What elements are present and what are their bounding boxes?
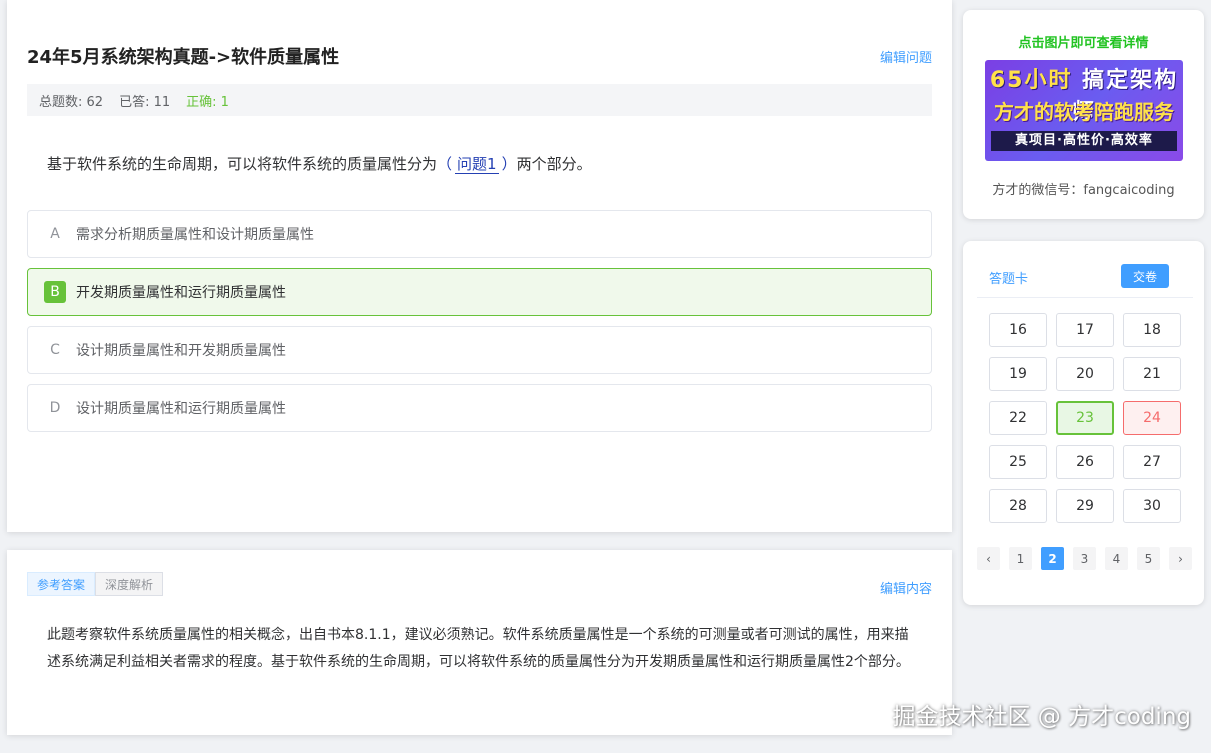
page-button-4[interactable]: 4 (1105, 547, 1128, 570)
tab-reference-answer[interactable]: 参考答案 (27, 572, 96, 596)
option-b[interactable]: B 开发期质量属性和运行期质量属性 (27, 268, 932, 316)
answer-card: 答题卡 交卷 16 17 18 19 20 21 22 23 24 25 26 27 28 29 30 ‹ 1… (963, 241, 1204, 605)
question-number-17[interactable]: 17 (1056, 313, 1114, 347)
option-c[interactable]: C 设计期质量属性和开发期质量属性 (27, 326, 932, 374)
option-text: 设计期质量属性和开发期质量属性 (76, 343, 286, 359)
option-a[interactable]: A 需求分析期质量属性和设计期质量属性 (27, 210, 932, 258)
page-button-5[interactable]: 5 (1137, 547, 1160, 570)
submit-button[interactable]: 交卷 (1121, 264, 1169, 288)
watermark: 掘金技术社区 @ 方才coding (892, 704, 1191, 730)
question-number-25[interactable]: 25 (989, 445, 1047, 479)
divider (977, 297, 1193, 298)
option-text: 需求分析期质量属性和设计期质量属性 (76, 227, 314, 243)
question-number-30[interactable]: 30 (1123, 489, 1181, 523)
edit-content-link[interactable]: 编辑内容 (880, 578, 932, 597)
blank-close: ） (501, 155, 517, 173)
page-button-3[interactable]: 3 (1073, 547, 1096, 570)
edit-question-link[interactable]: 编辑问题 (880, 47, 932, 66)
question-number-16[interactable]: 16 (989, 313, 1047, 347)
promo-title: 点击图片即可查看详情 (1018, 36, 1149, 51)
promo-banner-line2: 方才的软考陪跑服务 (994, 100, 1174, 124)
next-page-button[interactable]: › (1169, 547, 1192, 570)
wechat-id: 方才的微信号：fangcaicoding (992, 183, 1175, 198)
option-letter: D (49, 400, 61, 416)
question-text-after: 两个部分。 (516, 155, 592, 173)
question-text-before: 基于软件系统的生命周期，可以将软件系统的质量属性分为 (47, 155, 438, 173)
question-number-28[interactable]: 28 (989, 489, 1047, 523)
page-button-2[interactable]: 2 (1041, 547, 1064, 570)
question-number-18[interactable]: 18 (1123, 313, 1181, 347)
question-number-24[interactable]: 24 (1123, 401, 1181, 435)
analysis-tabs: 参考答案 深度解析 (27, 572, 164, 596)
pagination: ‹ 1 2 3 4 5 › (977, 547, 1201, 570)
question-text: 基于软件系统的生命周期，可以将软件系统的质量属性分为（ 问题1 ）两个部分。 (47, 153, 592, 174)
prev-page-button[interactable]: ‹ (977, 547, 1000, 570)
question-number-19[interactable]: 19 (989, 357, 1047, 391)
answer-card-title: 答题卡 (989, 272, 1029, 287)
stats-correct: 正确: 1 (186, 94, 229, 110)
stats-answered: 已答: 11 (119, 94, 171, 110)
option-letter: C (50, 342, 60, 358)
question-number-20[interactable]: 20 (1056, 357, 1114, 391)
question-card: 24年5月系统架构真题->软件质量属性 编辑问题 总题数: 62 已答: 11 … (7, 0, 952, 532)
option-d[interactable]: D 设计期质量属性和运行期质量属性 (27, 384, 932, 432)
question-number-21[interactable]: 21 (1123, 357, 1181, 391)
option-letter: B (44, 281, 66, 303)
page-button-1[interactable]: 1 (1009, 547, 1032, 570)
question-number-27[interactable]: 27 (1123, 445, 1181, 479)
question-number-22[interactable]: 22 (989, 401, 1047, 435)
tab-deep-analysis[interactable]: 深度解析 (95, 572, 164, 596)
promo-card: 点击图片即可查看详情 65小时 搞定架构师 方才的软考陪跑服务 真项目·高性价·… (963, 10, 1204, 219)
stats-bar: 总题数: 62 已答: 11 正确: 1 (27, 84, 932, 116)
question-number-29[interactable]: 29 (1056, 489, 1114, 523)
option-text: 开发期质量属性和运行期质量属性 (76, 285, 286, 301)
question-number-26[interactable]: 26 (1056, 445, 1114, 479)
analysis-card: 参考答案 深度解析 编辑内容 此题考察软件系统质量属性的相关概念，出自书本8.1… (7, 550, 952, 735)
option-text: 设计期质量属性和运行期质量属性 (76, 401, 286, 417)
question-number-23[interactable]: 23 (1056, 401, 1114, 435)
promo-banner-image[interactable]: 65小时 搞定架构师 方才的软考陪跑服务 真项目·高性价·高效率 (985, 60, 1183, 161)
promo-banner-line3: 真项目·高性价·高效率 (991, 131, 1177, 151)
option-letter: A (50, 226, 60, 242)
analysis-text: 此题考察软件系统质量属性的相关概念，出自书本8.1.1，建议必须熟记。软件系统质… (47, 627, 910, 670)
blank-open: （ (437, 155, 453, 173)
question-number-grid: 16 17 18 19 20 21 22 23 24 25 26 27 28 29 30 (989, 313, 1181, 523)
question-title: 24年5月系统架构真题->软件质量属性 (27, 47, 340, 68)
blank-link[interactable]: 问题1 (455, 155, 499, 174)
promo-banner-hours: 65小时 (989, 68, 1073, 93)
stats-total: 总题数: 62 (39, 94, 104, 110)
